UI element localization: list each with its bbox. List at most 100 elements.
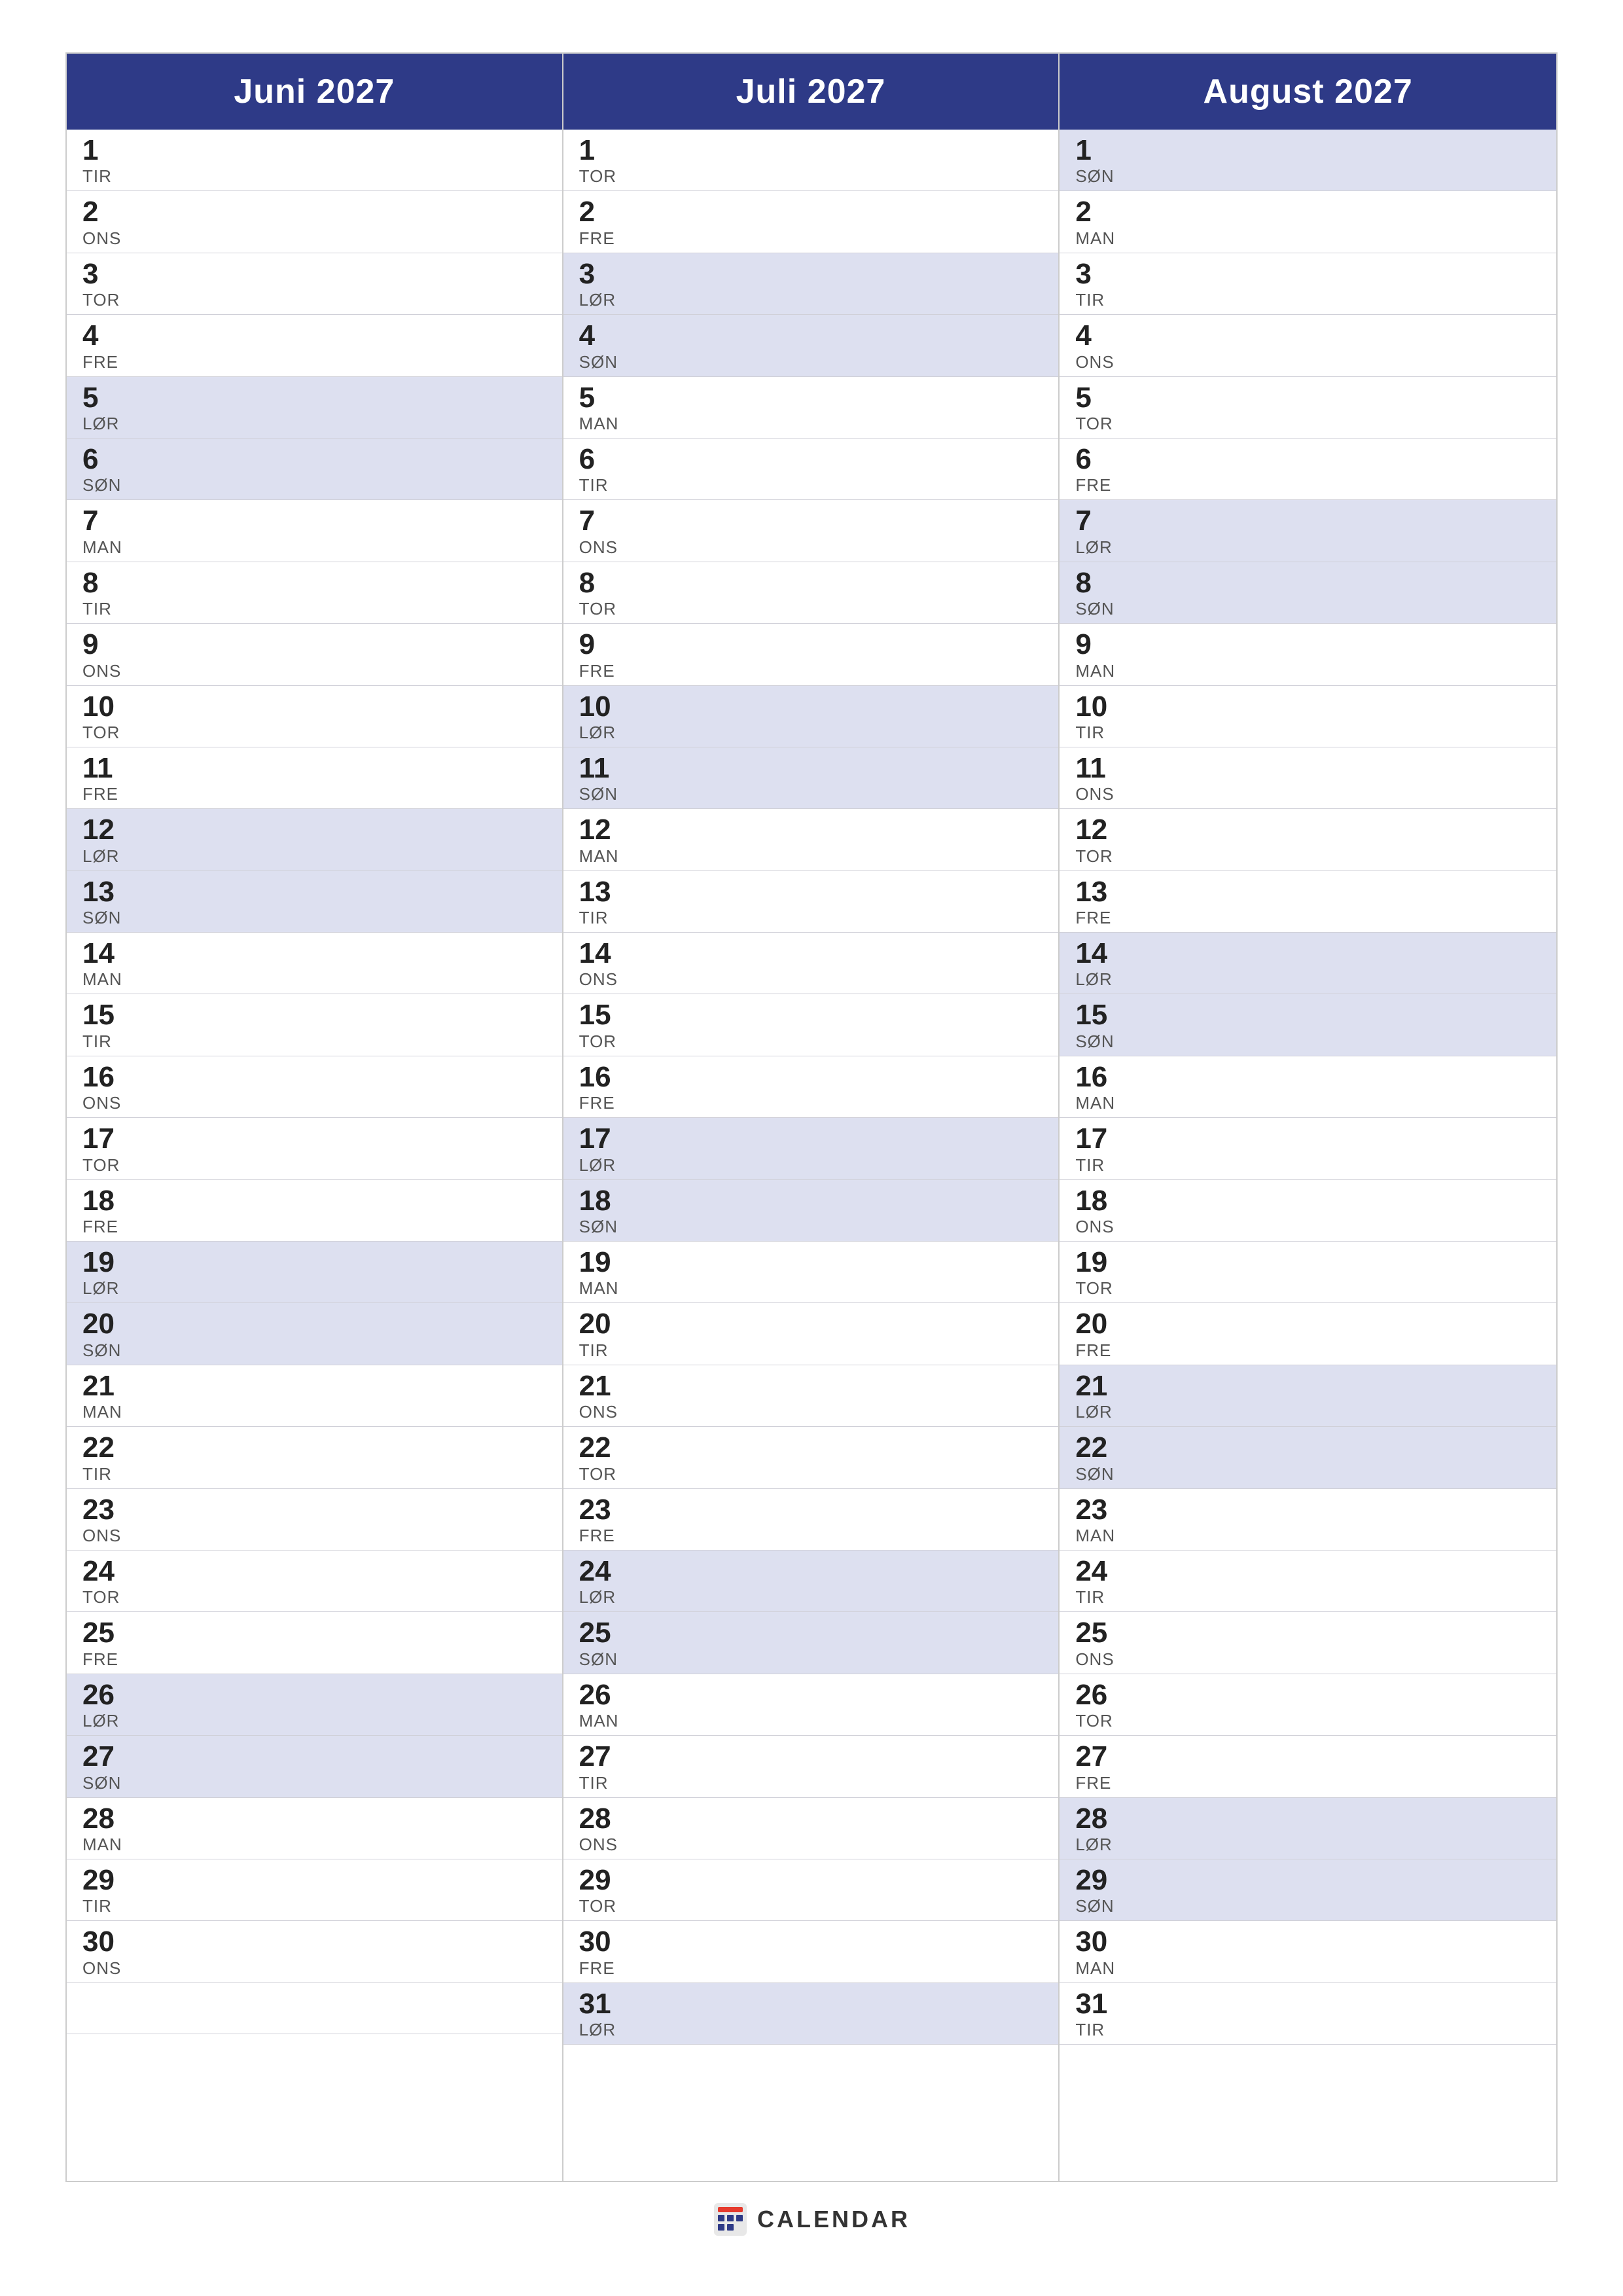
day-number: 18 [1075,1185,1541,1217]
day-row: 13SØN [67,871,562,933]
day-row: 30MAN [1060,1921,1556,1982]
day-number: 23 [82,1494,546,1526]
day-row: 18FRE [67,1180,562,1242]
day-number: 15 [82,999,546,1031]
day-number: 17 [82,1123,546,1155]
day-row: 6FRE [1060,439,1556,500]
day-row: 31TIR [1060,1983,1556,2045]
day-row: 30FRE [563,1921,1059,1982]
day-name: TOR [1075,1711,1541,1731]
day-name: SØN [1075,1896,1541,1916]
day-row: 18SØN [563,1180,1059,1242]
day-row: 10TOR [67,686,562,747]
day-number: 30 [579,1926,1043,1958]
day-row: 27SØN [67,1736,562,1797]
day-name: FRE [579,1958,1043,1979]
day-name: MAN [82,1402,546,1422]
day-number: 10 [579,691,1043,723]
day-row: 7ONS [563,500,1059,562]
day-row: 25ONS [1060,1612,1556,1674]
day-name: TIR [579,1340,1043,1361]
day-name: SØN [82,1773,546,1793]
month-header-1: Juli 2027 [563,54,1059,130]
day-row: 15TIR [67,994,562,1056]
day-row: 19LØR [67,1242,562,1303]
day-number: 20 [82,1308,546,1340]
day-row: 17TOR [67,1118,562,1179]
day-number: 28 [82,1803,546,1835]
day-row: 22SØN [1060,1427,1556,1488]
day-number: 29 [1075,1865,1541,1896]
day-name: MAN [1075,1093,1541,1113]
day-row: 16FRE [563,1056,1059,1118]
day-name: LØR [82,1711,546,1731]
day-number: 20 [1075,1308,1541,1340]
day-name: ONS [82,1958,546,1979]
day-number: 2 [82,196,546,228]
day-number: 3 [1075,259,1541,290]
day-row: 9ONS [67,624,562,685]
day-name: FRE [82,1649,546,1670]
day-row: 16MAN [1060,1056,1556,1118]
day-row: 26TOR [1060,1674,1556,1736]
day-number: 18 [579,1185,1043,1217]
day-number: 21 [579,1371,1043,1402]
day-number: 26 [579,1679,1043,1711]
day-name: TIR [82,1464,546,1484]
day-name: TIR [1075,1155,1541,1175]
day-number: 6 [579,444,1043,475]
day-row: 24TIR [1060,1551,1556,1612]
day-number: 31 [579,1988,1043,2020]
day-number: 18 [82,1185,546,1217]
day-row: 20TIR [563,1303,1059,1365]
day-number: 13 [82,876,546,908]
day-name: SØN [1075,599,1541,619]
day-name: MAN [1075,1958,1541,1979]
day-number: 24 [579,1556,1043,1587]
day-number: 19 [579,1247,1043,1278]
day-number: 7 [579,505,1043,537]
day-name: ONS [579,1835,1043,1855]
brand: CALENDAR [713,2202,910,2237]
day-row: 21LØR [1060,1365,1556,1427]
day-row: 18ONS [1060,1180,1556,1242]
day-row: 11FRE [67,747,562,809]
brand-text: CALENDAR [757,2206,910,2233]
day-row: 6SØN [67,439,562,500]
day-name: SØN [579,1217,1043,1237]
day-number: 11 [579,753,1043,784]
month-header-0: Juni 2027 [67,54,562,130]
day-row: 23MAN [1060,1489,1556,1551]
day-row: 20SØN [67,1303,562,1365]
day-number: 23 [579,1494,1043,1526]
day-row: 9FRE [563,624,1059,685]
day-number: 5 [579,382,1043,414]
day-row: 31LØR [563,1983,1059,2045]
day-number: 15 [1075,999,1541,1031]
day-row: 28LØR [1060,1798,1556,1859]
day-name: TIR [579,1773,1043,1793]
day-row: 14LØR [1060,933,1556,994]
day-number: 25 [1075,1617,1541,1649]
day-name: TIR [1075,290,1541,310]
day-row: 23FRE [563,1489,1059,1551]
day-row-empty [67,1983,562,2034]
page: Juni 20271TIR2ONS3TOR4FRE5LØR6SØN7MAN8TI… [0,0,1623,2296]
day-row: 19TOR [1060,1242,1556,1303]
day-number: 3 [579,259,1043,290]
day-name: LØR [1075,969,1541,990]
day-number: 3 [82,259,546,290]
day-number: 8 [1075,567,1541,599]
day-row: 29TOR [563,1859,1059,1921]
day-row: 29SØN [1060,1859,1556,1921]
day-name: MAN [82,1835,546,1855]
day-row: 28MAN [67,1798,562,1859]
day-row: 16ONS [67,1056,562,1118]
day-row: 7LØR [1060,500,1556,562]
day-row: 24TOR [67,1551,562,1612]
day-name: ONS [1075,1217,1541,1237]
day-row: 21ONS [563,1365,1059,1427]
day-row: 17TIR [1060,1118,1556,1179]
day-name: MAN [82,537,546,558]
day-row: 9MAN [1060,624,1556,685]
